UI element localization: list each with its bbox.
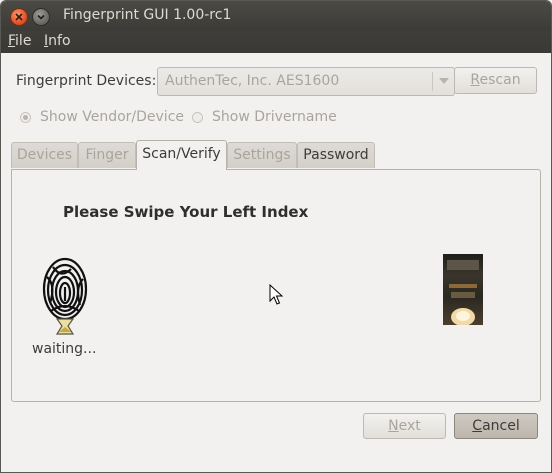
menu-info[interactable]: Info <box>44 33 71 49</box>
next-label: ext <box>398 418 421 434</box>
tab-finger-label: Finger <box>85 147 129 163</box>
tab-settings-label: Settings <box>233 147 291 163</box>
tab-settings[interactable]: Settings <box>227 142 297 168</box>
tab-password[interactable]: Password <box>297 142 375 168</box>
tab-scan-verify-label: Scan/Verify <box>142 146 221 162</box>
fingerprint-sensor-icon <box>447 260 479 326</box>
cancel-button[interactable]: Cancel <box>454 413 538 439</box>
title-bar: Fingerprint GUI 1.00-rc1 <box>1 1 551 31</box>
scan-status: waiting... <box>32 341 97 357</box>
rescan-label: escan <box>479 72 521 88</box>
radio-show-vendor[interactable]: Show Vendor/Device <box>20 109 184 125</box>
radio-indicator-selected <box>20 111 31 123</box>
chevron-down-icon <box>439 78 449 84</box>
menu-file[interactable]: File <box>8 33 31 49</box>
combo-separator <box>432 72 433 91</box>
rescan-button[interactable]: Rescan <box>454 67 537 94</box>
devices-label: Fingerprint Devices: <box>16 73 157 89</box>
menu-file-mnemonic: F <box>8 33 16 49</box>
close-icon <box>15 13 23 21</box>
scan-prompt: Please Swipe Your Left Index <box>63 203 309 221</box>
fingerprint-icon <box>42 257 88 335</box>
tab-password-label: Password <box>303 147 369 163</box>
window-title: Fingerprint GUI 1.00-rc1 <box>63 7 232 23</box>
next-button[interactable]: Next <box>363 413 446 439</box>
menu-bar: File Info <box>1 31 551 53</box>
radio-show-vendor-label: Show Vendor/Device <box>40 109 185 125</box>
cancel-label: ancel <box>482 418 520 434</box>
tab-devices-label: Devices <box>16 147 73 163</box>
cancel-mnemonic: C <box>472 418 483 434</box>
radio-show-driver-label: Show Drivername <box>212 109 337 125</box>
mouse-cursor-icon <box>269 284 283 305</box>
device-select-value: AuthenTec, Inc. AES1600 <box>165 73 340 89</box>
tab-devices[interactable]: Devices <box>11 142 78 168</box>
minimize-icon <box>37 14 45 20</box>
next-mnemonic: N <box>388 418 399 434</box>
close-button[interactable] <box>10 8 28 26</box>
menu-file-label: ile <box>15 33 32 49</box>
sensor-image <box>443 254 483 326</box>
menu-info-label: nfo <box>48 33 71 49</box>
tab-finger[interactable]: Finger <box>78 142 136 168</box>
radio-show-driver[interactable]: Show Drivername <box>192 109 337 125</box>
device-select[interactable]: AuthenTec, Inc. AES1600 <box>157 67 455 96</box>
minimize-button[interactable] <box>32 8 50 26</box>
radio-indicator <box>192 111 203 123</box>
rescan-mnemonic: R <box>470 72 480 88</box>
app-window: Fingerprint GUI 1.00-rc1 File Info Finge… <box>0 0 552 473</box>
tab-scan-verify[interactable]: Scan/Verify <box>136 140 227 170</box>
